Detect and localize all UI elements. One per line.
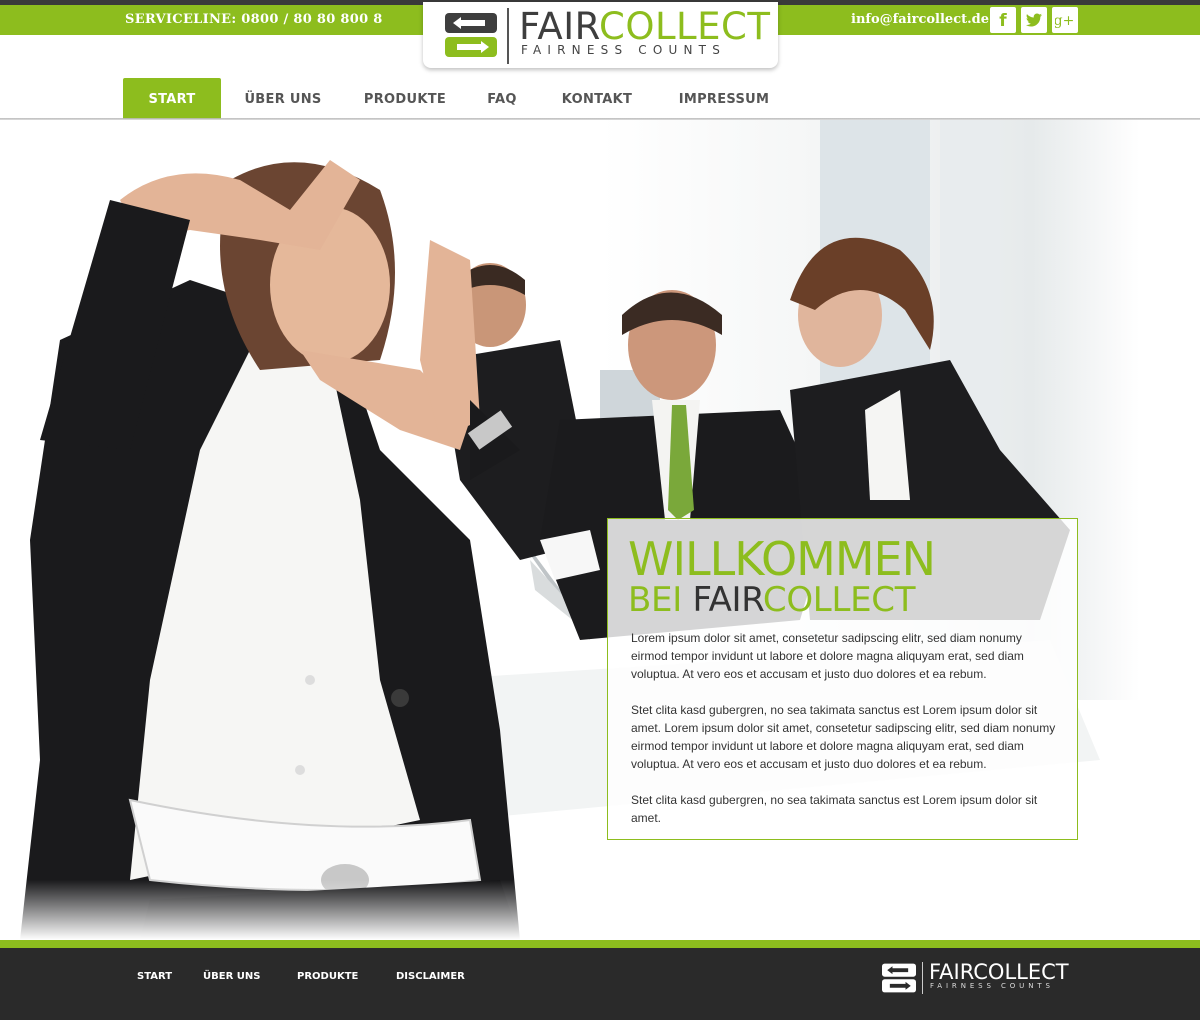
logo-mark-icon <box>445 13 497 57</box>
welcome-paragraph: Stet clita kasd gubergren, no sea takima… <box>631 793 1038 825</box>
nav-item-faq[interactable]: FAQ <box>477 78 527 119</box>
nav-item-ueber-uns[interactable]: ÜBER UNS <box>236 78 330 119</box>
facebook-icon[interactable]: f <box>990 7 1016 33</box>
footer-link-produkte[interactable]: PRODUKTE <box>297 971 358 982</box>
logo[interactable]: FAIRCOLLECT FAIRNESS COUNTS <box>423 2 778 68</box>
nav-item-produkte[interactable]: PRODUKTE <box>355 78 455 119</box>
footer-accent-line <box>0 940 1200 948</box>
welcome-text: Lorem ipsum dolor sit amet, consetetur s… <box>631 629 1056 845</box>
page: SERVICELINE: 0800 / 80 80 800 8 info@fai… <box>0 0 1200 1020</box>
welcome-title: WILLKOMMEN <box>628 532 936 586</box>
twitter-icon[interactable] <box>1021 7 1047 33</box>
nav-item-impressum[interactable]: IMPRESSUM <box>672 78 776 119</box>
logo-divider <box>507 8 509 64</box>
footer-logo-mark-icon <box>882 963 916 993</box>
serviceline-text: SERVICELINE: 0800 / 80 80 800 8 <box>125 12 383 27</box>
logo-wordmark: FAIRCOLLECT <box>519 5 771 48</box>
footer-logo[interactable]: FAIRCOLLECT FAIRNESS COUNTS <box>882 960 1082 1000</box>
google-plus-icon[interactable]: g+ <box>1052 7 1078 33</box>
main-nav: START ÜBER UNS PRODUKTE FAQ KONTAKT IMPR… <box>0 78 1200 120</box>
nav-item-kontakt[interactable]: KONTAKT <box>552 78 642 119</box>
footer-link-start[interactable]: START <box>137 971 172 982</box>
welcome-paragraph: Stet clita kasd gubergren, no sea takima… <box>631 703 1056 771</box>
footer: START ÜBER UNS PRODUKTE DISCLAIMER FAIRC… <box>0 948 1200 1020</box>
footer-link-ueber-uns[interactable]: ÜBER UNS <box>203 971 260 982</box>
welcome-paragraph: Lorem ipsum dolor sit amet, consetetur s… <box>631 631 1024 681</box>
footer-logo-tagline: FAIRNESS COUNTS <box>930 982 1054 990</box>
footer-link-disclaimer[interactable]: DISCLAIMER <box>396 971 465 982</box>
footer-logo-divider <box>922 962 923 994</box>
footer-logo-wordmark: FAIRCOLLECT <box>929 960 1069 984</box>
svg-text:g+: g+ <box>1055 13 1074 29</box>
svg-text:f: f <box>999 11 1007 30</box>
welcome-subtitle: BEI FAIRCOLLECT <box>628 580 916 620</box>
nav-item-start[interactable]: START <box>123 78 221 119</box>
logo-tagline: FAIRNESS COUNTS <box>521 43 727 57</box>
welcome-box: WILLKOMMEN BEI FAIRCOLLECT Lorem ipsum d… <box>607 518 1078 840</box>
email-link[interactable]: info@faircollect.de <box>851 12 989 27</box>
